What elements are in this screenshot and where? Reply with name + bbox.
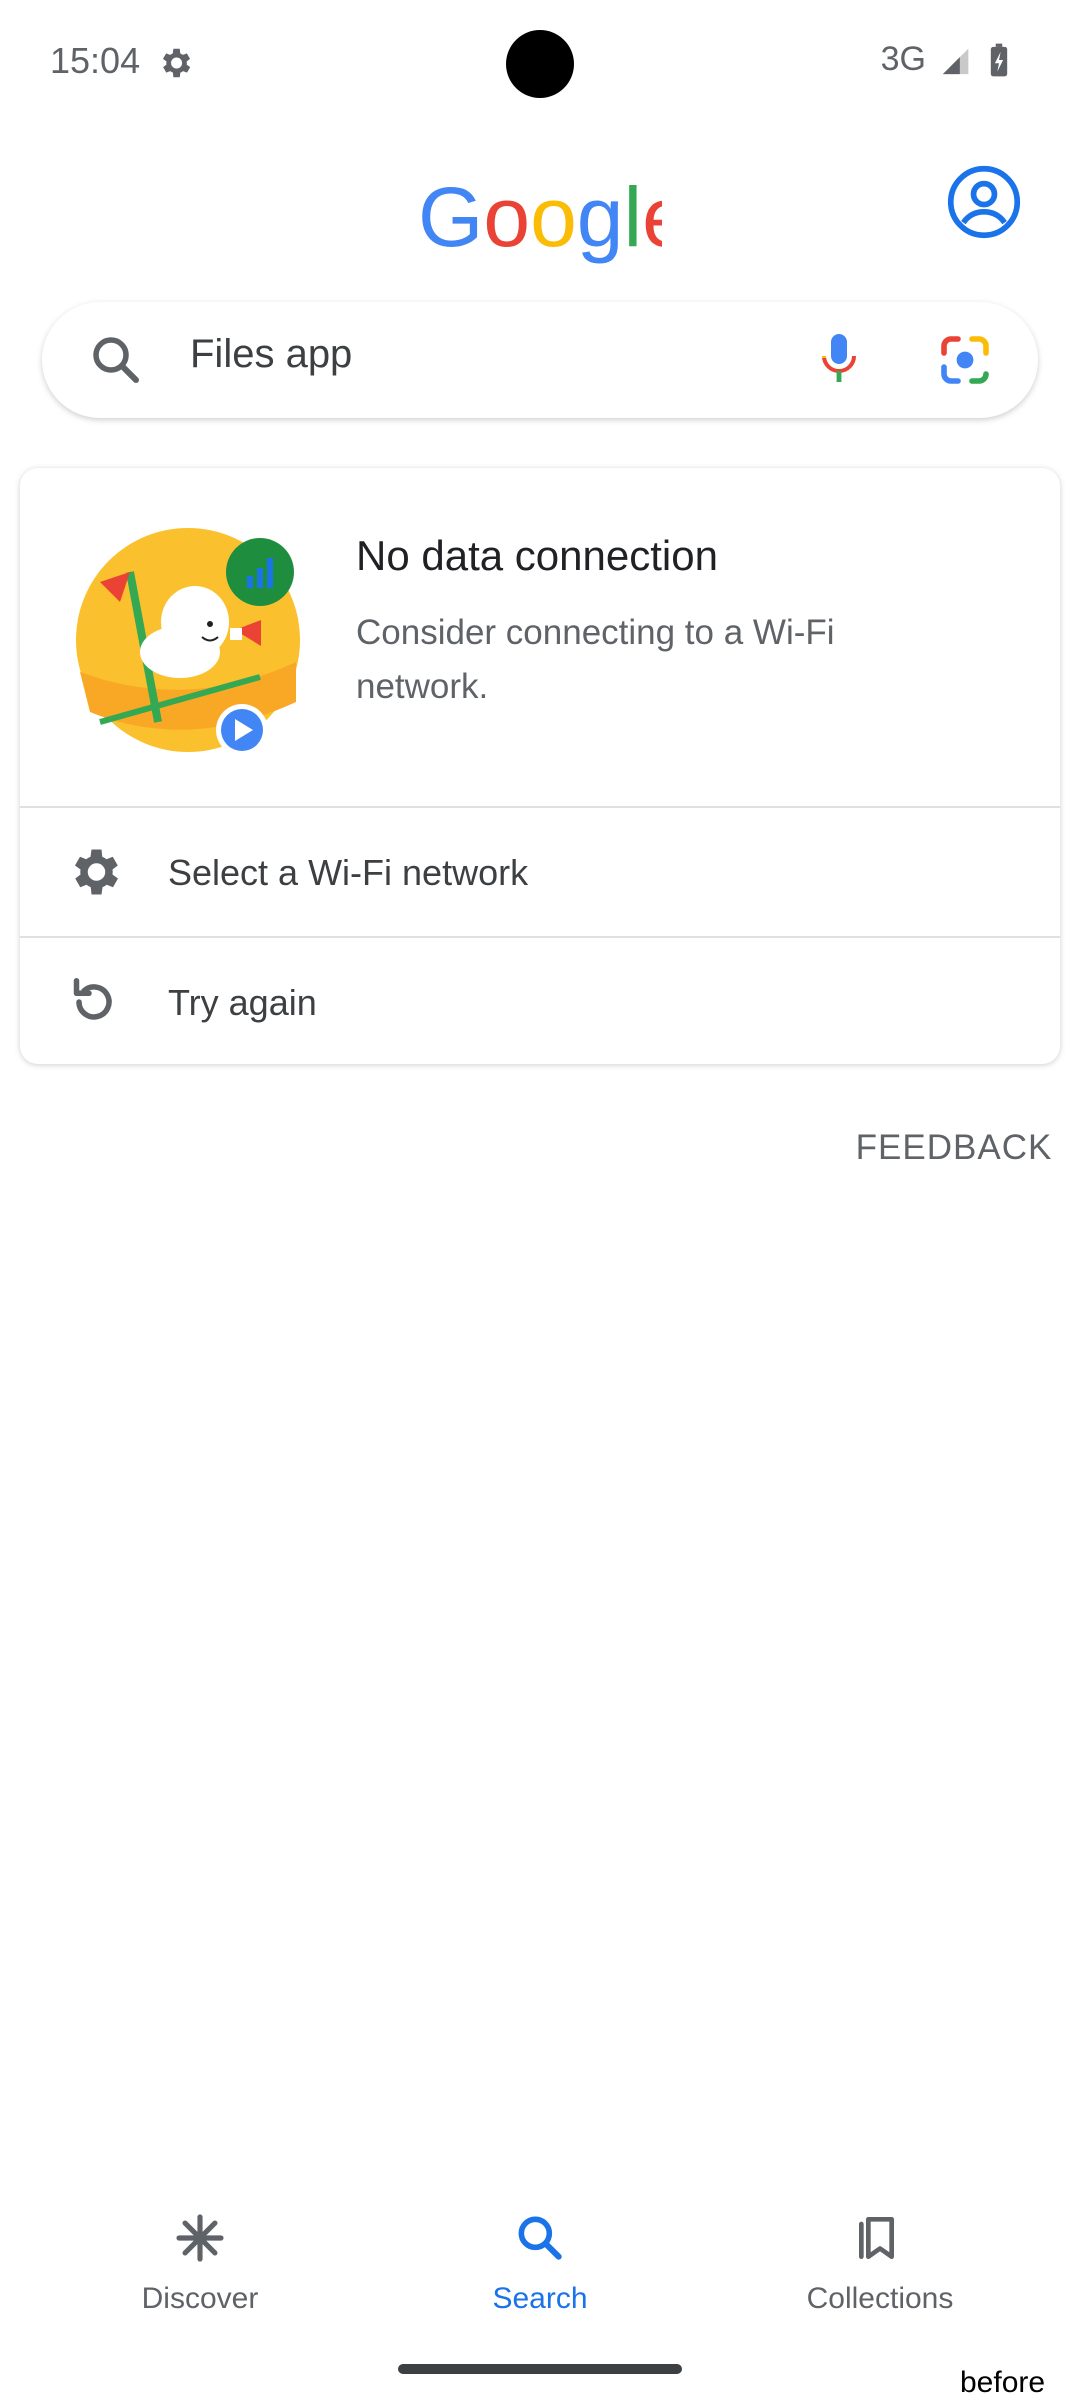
bottom-navigation: Discover Search Collections (0, 2190, 1080, 2340)
search-input[interactable]: Files app (190, 332, 352, 377)
lens-search-button[interactable] (902, 302, 1028, 418)
try-again-label: Try again (168, 982, 317, 1023)
google-lens-icon (941, 336, 989, 384)
network-type: 3G (880, 40, 926, 78)
search-bar[interactable]: Files app (42, 302, 1038, 418)
status-bar: 15:04 3G (0, 0, 1080, 128)
nav-search-label: Search (492, 2282, 588, 2315)
select-wifi-label: Select a Wi-Fi network (168, 852, 529, 893)
bookmarks-icon (859, 2217, 894, 2259)
home-gesture-bar[interactable] (398, 2364, 682, 2374)
microphone-icon (822, 334, 856, 382)
gear-icon (75, 849, 119, 895)
select-wifi-button[interactable]: Select a Wi-Fi network (20, 808, 1060, 936)
card-body-text: Consider connecting to a Wi-Fi network. (356, 613, 835, 706)
card-title: No data connection (356, 532, 718, 579)
camera-cutout (506, 30, 574, 98)
feedback-button[interactable]: FEEDBACK (838, 1086, 1070, 1210)
nav-collections[interactable]: Collections (710, 2190, 1050, 2340)
nav-collections-label: Collections (806, 2282, 954, 2315)
offline-illustration (76, 528, 300, 756)
refresh-icon (73, 978, 112, 1020)
corner-label: before (960, 2366, 1046, 2399)
account-circle-icon (947, 165, 1021, 239)
asterisk-icon (176, 2214, 224, 2262)
try-again-button[interactable]: Try again (20, 938, 1060, 1066)
battery-charging-icon (990, 43, 1008, 76)
google-logo: Google (418, 172, 662, 264)
status-time: 15:04 (50, 40, 141, 81)
nav-discover-label: Discover (141, 2282, 259, 2315)
search-icon (93, 337, 139, 383)
svg-text:Google: Google (418, 172, 662, 264)
search-icon (518, 2216, 562, 2260)
settings-gear-icon (162, 48, 191, 78)
voice-search-button[interactable] (776, 302, 902, 418)
account-button[interactable] (924, 142, 1044, 262)
nav-discover[interactable]: Discover (30, 2190, 370, 2340)
status-indicators: 3G (881, 40, 1010, 79)
signal-icon (942, 48, 969, 74)
nav-search[interactable]: Search (370, 2190, 710, 2340)
